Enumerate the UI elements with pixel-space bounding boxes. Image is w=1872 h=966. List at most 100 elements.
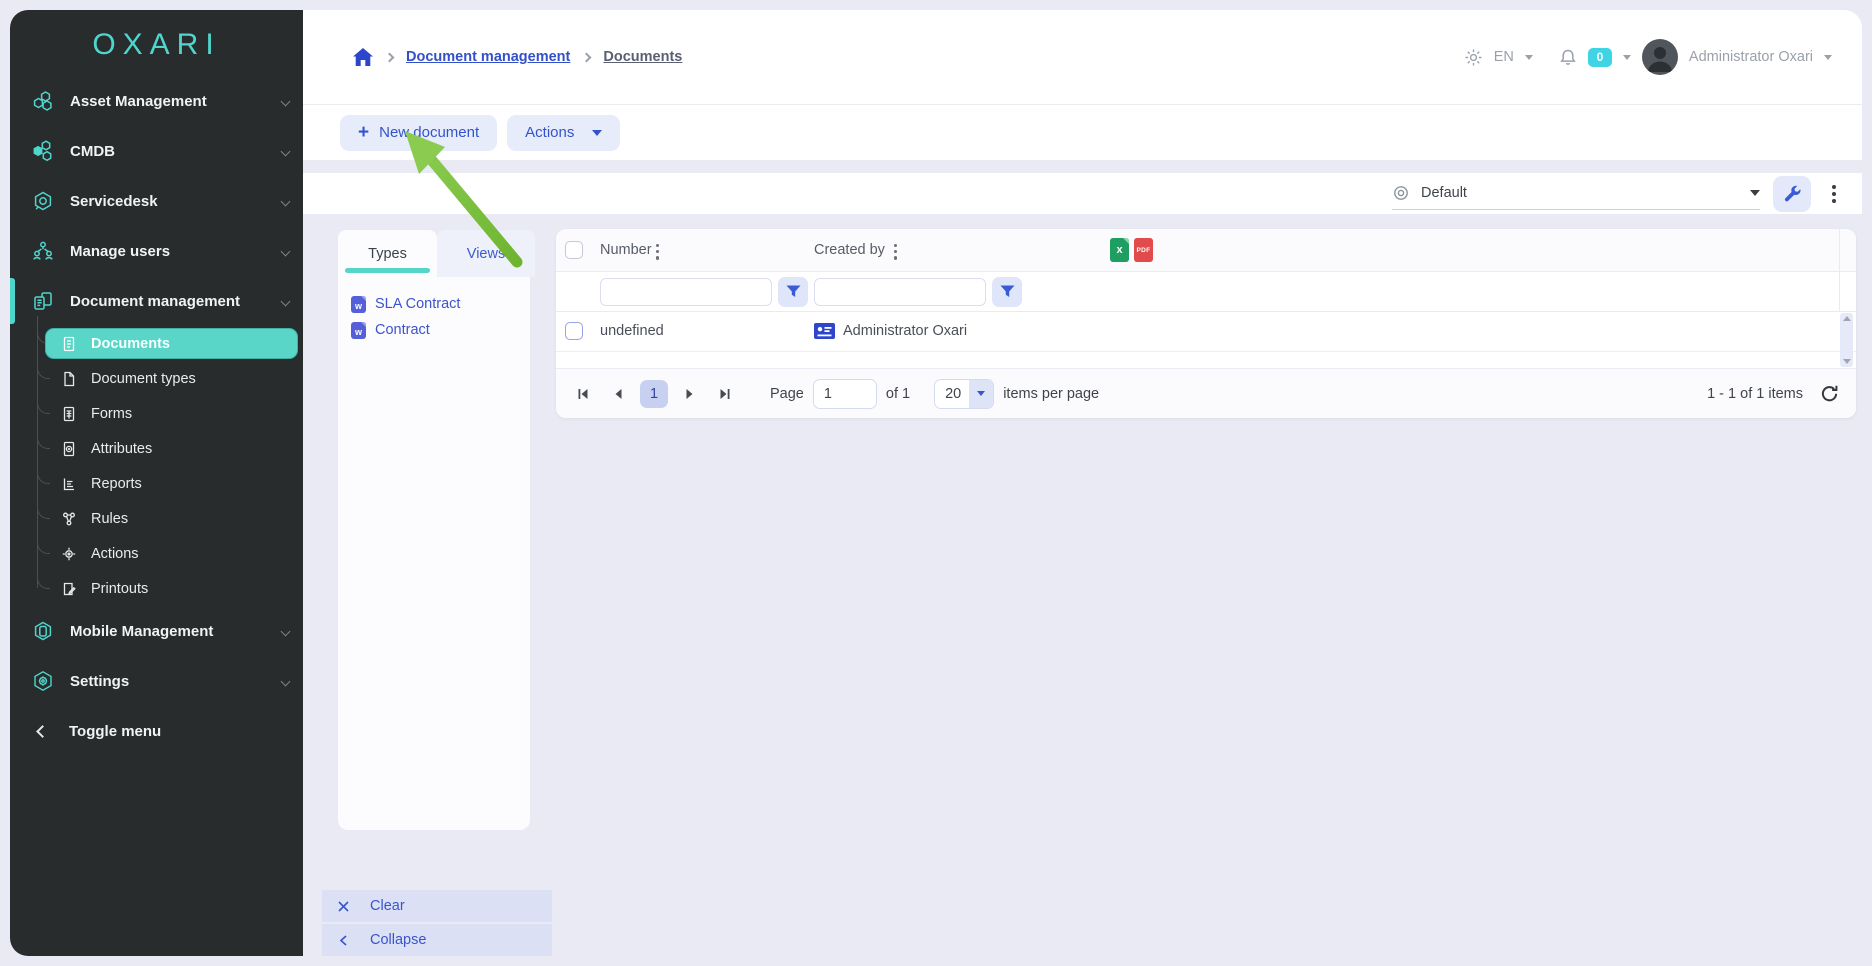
types-tree-panel: w SLA Contract w Contract [338,277,530,830]
funnel-icon [786,285,801,299]
cmdb-icon [32,140,54,162]
user-name[interactable]: Administrator Oxari [1689,49,1813,65]
toggle-menu-button[interactable]: Toggle menu [10,706,303,756]
filter-input-number[interactable] [600,278,772,306]
word-document-icon: w [351,322,366,339]
sidebar-item-document-management[interactable]: Document management [10,276,303,326]
sidebar-item-label: Documents [91,336,170,352]
sidebar-item-label: Mobile Management [70,623,213,640]
sidebar-item-mobile-management[interactable]: Mobile Management [10,606,303,656]
sidebar-item-asset-management[interactable]: Asset Management [10,76,303,126]
asset-management-icon [32,90,54,112]
tab-types[interactable]: Types [338,230,437,277]
sidebar-item-documents[interactable]: Documents [45,328,298,359]
sidebar-item-forms[interactable]: Forms [10,396,303,431]
column-header-number[interactable]: Number [600,242,652,258]
documents-grid: Number Created by x PDF [556,229,1856,418]
sidebar-item-actions[interactable]: Actions [10,536,303,571]
actions-button[interactable]: Actions [507,115,620,151]
grid-settings-button[interactable] [1773,176,1811,212]
last-page-button[interactable] [712,381,738,407]
chevron-down-icon[interactable] [1623,55,1631,60]
items-per-page-label: items per page [1003,386,1099,402]
vertical-scrollbar[interactable] [1840,313,1853,367]
chevron-down-icon [1750,190,1760,196]
filter-button-number[interactable] [778,277,808,307]
more-options-button[interactable] [1824,179,1844,209]
chevron-left-icon [333,934,353,947]
notification-badge[interactable]: 0 [1588,48,1612,67]
sidebar-item-manage-users[interactable]: Manage users [10,226,303,276]
gear-icon[interactable] [1464,48,1483,67]
document-management-submenu: Documents Document types Forms Attribute… [10,326,303,606]
new-document-button[interactable]: + New document [340,115,497,151]
page-size-select[interactable]: 20 [934,379,994,409]
tab-label: Types [368,246,407,262]
bell-icon[interactable] [1559,48,1577,67]
manage-users-icon [32,240,54,262]
clear-button[interactable]: Clear [322,890,552,922]
tree-item-contract[interactable]: w Contract [338,317,530,343]
sidebar-item-attributes[interactable]: Attributes [10,431,303,466]
breadcrumb-separator-icon [582,52,592,62]
column-menu-created-by[interactable] [886,238,905,266]
view-selector[interactable]: Default [1392,178,1760,210]
sidebar-item-document-types[interactable]: Document types [10,361,303,396]
select-all-checkbox[interactable] [565,241,583,259]
first-page-button[interactable] [570,381,596,407]
chevron-down-icon [592,130,602,136]
scroll-down-icon[interactable] [1843,359,1851,364]
sidebar-item-label: Asset Management [70,93,207,110]
chevron-down-icon[interactable] [1824,55,1832,60]
chevron-down-icon[interactable] [1525,55,1533,60]
new-document-label: New document [379,124,479,141]
sidebar-item-reports[interactable]: Reports [10,466,303,501]
printouts-icon [61,581,77,597]
export-pdf-icon[interactable]: PDF [1134,238,1153,262]
column-menu-number[interactable] [648,238,667,266]
page-number-input[interactable] [813,379,877,409]
breadcrumb-link-document-management[interactable]: Document management [406,49,570,65]
sidebar-item-settings[interactable]: Settings [10,656,303,706]
export-excel-icon[interactable]: x [1110,238,1129,262]
current-page-button[interactable]: 1 [640,380,668,408]
breadcrumb-separator-icon [385,52,395,62]
wrench-icon [1783,184,1802,203]
collapse-button[interactable]: Collapse [322,924,552,956]
breadcrumb-current-documents[interactable]: Documents [603,49,682,65]
chevron-down-icon [281,676,291,686]
avatar[interactable] [1642,39,1678,75]
table-row[interactable]: undefined Administrator Oxari [556,312,1856,352]
sidebar-item-label: Actions [91,546,139,562]
actions-label: Actions [525,124,574,141]
sidebar-item-label: Forms [91,406,132,422]
tab-views[interactable]: Views [437,230,535,277]
filter-input-created-by[interactable] [814,278,986,306]
tree-item-sla-contract[interactable]: w SLA Contract [338,291,530,317]
refresh-button[interactable] [1816,381,1842,407]
view-selector-value: Default [1421,185,1467,201]
app-logo: OXARI [10,28,303,62]
sidebar-item-rules[interactable]: Rules [10,501,303,536]
sidebar-item-label: Document management [70,293,240,310]
content-area: Types Views w SLA Contract w Contract [303,214,1862,956]
sidebar-item-printouts[interactable]: Printouts [10,571,303,606]
visibility-icon [1392,184,1410,202]
next-page-button[interactable] [677,381,703,407]
forms-icon [61,406,77,422]
previous-page-button[interactable] [605,381,631,407]
chevron-down-icon [281,626,291,636]
tree-item-label: SLA Contract [375,296,460,312]
language-selector[interactable]: EN [1494,49,1514,65]
left-panel-tabs: Types Views [338,230,552,277]
row-checkbox[interactable] [565,322,583,340]
settings-icon [32,670,54,692]
sidebar-item-cmdb[interactable]: CMDB [10,126,303,176]
home-icon[interactable] [353,48,373,66]
grid-filter-row [556,272,1856,312]
actions-icon [61,546,77,562]
scroll-up-icon[interactable] [1843,316,1851,321]
filter-button-created-by[interactable] [992,277,1022,307]
column-header-created-by[interactable]: Created by [814,242,885,258]
sidebar-item-servicedesk[interactable]: Servicedesk [10,176,303,226]
